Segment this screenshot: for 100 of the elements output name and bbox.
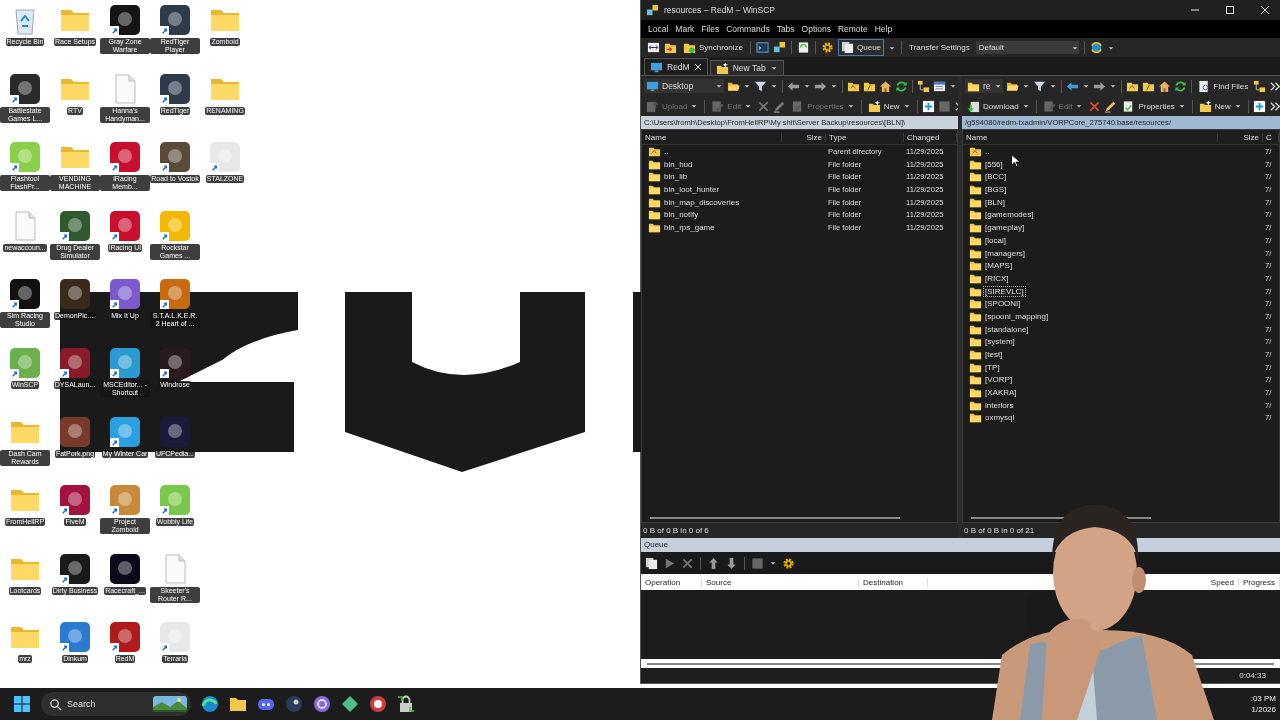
refresh-document-icon[interactable] [797,41,811,54]
folder-icon[interactable] [969,259,982,273]
column-header[interactable]: C [1263,132,1279,142]
sync-folders-icon[interactable] [664,41,677,54]
sync-folder-icon[interactable] [683,41,696,54]
new-button[interactable]: New [865,98,913,114]
arrow-down-icon[interactable] [725,556,738,570]
filter-icon[interactable] [1032,79,1046,93]
column-header[interactable]: Destination [859,577,928,587]
app-icon[interactable] [159,278,191,311]
file-name[interactable]: [TP] [984,362,1001,372]
new-folder-icon[interactable] [715,61,729,75]
plus-icon[interactable] [921,99,935,113]
app-icon[interactable] [59,415,91,448]
refresh-icon[interactable] [1173,79,1187,93]
clock-time[interactable]: :03 PM [1250,693,1276,704]
column-header[interactable]: Operation [641,577,702,587]
file-name[interactable]: bln_map_discoveries [663,197,741,207]
file-name[interactable]: [BLN] [984,197,1006,207]
delete-icon[interactable] [681,556,694,570]
document-search-icon[interactable] [1197,79,1211,93]
file-name[interactable]: [SPOONI] [984,299,1022,309]
new-button[interactable]: New [1196,98,1244,114]
app-icon[interactable] [59,278,91,311]
app-icon[interactable] [59,484,91,517]
file-name[interactable]: [SIREVLC] [984,286,1025,296]
file-name[interactable]: [managers] [984,248,1027,258]
tree-icon[interactable] [1253,79,1267,93]
computers-icon[interactable] [773,41,787,54]
file-name[interactable]: [spooni_mapping] [984,311,1050,321]
delete-icon[interactable] [1088,99,1102,113]
menu-item[interactable]: Remote [837,24,868,34]
app-icon[interactable] [59,209,91,242]
tab[interactable]: New Tab [709,60,784,75]
folder-icon[interactable] [969,183,982,197]
file-name[interactable]: [system] [984,337,1016,347]
file-name[interactable]: [MAPS] [984,261,1014,271]
filter-icon[interactable] [754,79,767,93]
search-field[interactable]: Search [41,692,191,716]
column-header[interactable]: Size [1218,132,1263,142]
arrow-right-icon[interactable] [1092,79,1106,93]
folder-icon[interactable] [969,170,982,184]
folder-icon[interactable] [969,411,982,425]
menu-item[interactable]: Local [648,24,669,34]
folder-icon[interactable] [969,373,982,387]
tree-icon[interactable] [917,79,930,93]
menu-item[interactable]: Files [701,24,720,34]
square-icon[interactable] [751,556,764,570]
file-name[interactable]: [556] [984,159,1004,169]
file-name[interactable]: bln_lib [663,172,689,182]
app-icon[interactable] [59,552,91,585]
diamond-icon[interactable] [341,695,359,713]
transfer-settings-dropdown[interactable]: Default [975,41,1079,54]
new-folder-icon[interactable] [1198,99,1212,113]
folder-icon[interactable] [969,297,982,311]
refresh-globe-icon[interactable] [1089,41,1103,54]
new-folder-icon[interactable] [867,99,881,113]
file-name[interactable]: [BCC] [984,172,1008,182]
computers-icon[interactable] [646,3,659,17]
file-name[interactable]: [BGS] [984,185,1008,195]
folder-icon[interactable] [229,695,247,713]
app-icon[interactable] [159,141,191,174]
file-name[interactable]: [standalone] [984,324,1030,334]
plus-icon[interactable] [1252,99,1266,113]
column-header[interactable]: Name [963,132,1218,142]
arrow-left-icon[interactable] [787,79,800,93]
clock-date[interactable]: 1/2026 [1251,704,1276,715]
menu-item[interactable]: Tabs [776,24,795,34]
column-header[interactable]: Type [826,132,904,142]
file-name[interactable]: .. [984,147,991,156]
folder-icon[interactable] [648,170,661,184]
download-icon[interactable] [967,99,980,113]
file-name[interactable]: [VORP] [984,375,1014,385]
file-name[interactable]: bln_rps_game [663,223,716,233]
file-name[interactable]: interiors [984,400,1015,410]
disc-icon[interactable] [285,695,303,713]
menu-item[interactable]: Commands [726,24,770,34]
pencil-icon[interactable] [1104,99,1118,113]
column-header[interactable]: Size [782,132,826,142]
column-header[interactable]: Changed [904,132,957,142]
file-name[interactable]: bln_notify [663,210,700,220]
synchronize-button[interactable]: Synchronize [681,40,746,55]
properties-button[interactable]: Properties [1120,98,1188,114]
file-name[interactable]: [test] [984,350,1004,359]
file-name[interactable]: [local] [984,235,1007,245]
menu-item[interactable]: Mark [675,24,695,34]
app-icon[interactable] [9,278,41,311]
monitor-icon[interactable] [650,60,663,74]
arrow-up-icon[interactable] [707,556,720,570]
app-icon[interactable] [109,4,141,36]
arrow-left-icon[interactable] [1065,79,1079,93]
column-header[interactable]: Source [702,577,859,587]
parent-folder-icon[interactable] [648,145,661,158]
tab[interactable]: RedM [644,58,708,75]
monitor-icon[interactable] [646,79,659,93]
find-files-button[interactable]: Find Files [1195,78,1251,94]
file-name[interactable]: [gamemodes] [984,210,1035,220]
file-name[interactable]: .. [663,147,670,156]
refresh-icon[interactable] [895,79,908,93]
column-header[interactable]: Name [642,132,782,142]
